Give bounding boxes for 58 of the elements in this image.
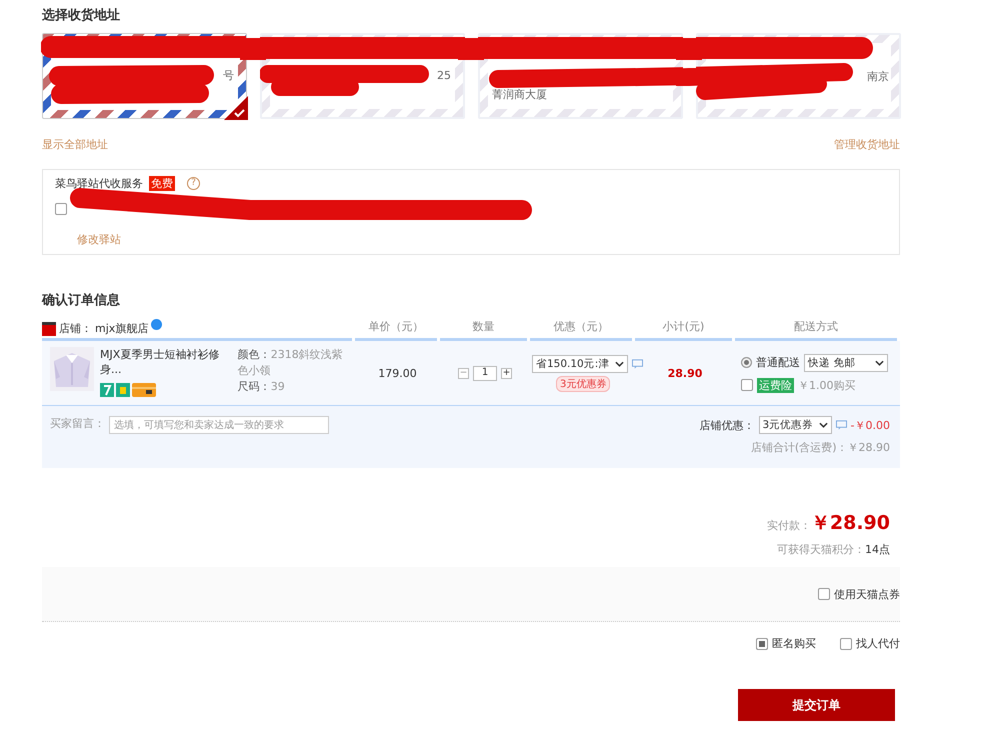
checkbox[interactable] xyxy=(840,638,852,650)
option-label[interactable]: 找人代付 xyxy=(856,636,900,651)
option-label[interactable]: 匿名购买 xyxy=(772,636,816,651)
message-icon[interactable] xyxy=(836,420,847,430)
free-badge: 免费 xyxy=(149,176,175,190)
check-corner-icon xyxy=(224,96,248,120)
card-icon xyxy=(132,383,156,397)
checkbox[interactable] xyxy=(55,203,67,215)
delivery-select[interactable]: 快递 免邮 xyxy=(804,354,888,372)
store-icon xyxy=(42,322,56,336)
pay-amount: ￥28.90 xyxy=(810,511,890,536)
section-title: 确认订单信息 xyxy=(42,292,121,310)
chevron-icon xyxy=(875,360,884,366)
product-name[interactable]: MJX夏季男士短袖衬衫修身... xyxy=(100,347,232,377)
delivery-option: 普通配送 xyxy=(756,355,800,370)
chat-icon[interactable] xyxy=(151,319,162,330)
seven-day-icon xyxy=(100,383,114,397)
address-text: 菁润商大厦 xyxy=(492,87,547,102)
chevron-icon xyxy=(818,422,828,428)
address-card[interactable]: 号 xyxy=(42,33,247,119)
submit-button[interactable]: 提交订单 xyxy=(738,689,895,721)
discount-select[interactable]: 省150.10元:津 xyxy=(532,354,628,372)
shop-label: 店铺： xyxy=(59,321,92,336)
coupon-tag: 3元优惠券 xyxy=(556,376,610,392)
checkbox[interactable] xyxy=(818,588,830,600)
points-value: 14点 xyxy=(865,542,890,557)
shop-discount-label: 店铺优惠： xyxy=(700,418,754,432)
address-card[interactable]: 25 xyxy=(260,33,465,119)
insurance-tag: 运费险 xyxy=(757,378,794,392)
discount-amount: -￥0.00 xyxy=(850,418,890,432)
chevron-icon xyxy=(614,360,624,366)
unit-price: 179.00 xyxy=(378,366,417,380)
shop-total: 店铺合计(含运费)：￥28.90 xyxy=(750,440,890,455)
bag-icon xyxy=(116,383,130,397)
message-field[interactable]: 选填，可填写您和卖家达成一致的要求 xyxy=(109,416,329,434)
message-icon[interactable] xyxy=(632,358,643,368)
address-text: 南京 xyxy=(867,69,889,84)
service-title: 菜鸟驿站代收服务 xyxy=(55,176,143,190)
points-label: 可获得天猫积分： xyxy=(777,542,865,557)
address-text: 25 xyxy=(437,69,451,82)
attribute-text: 颜色：2318斜纹浅紫色小领 xyxy=(238,347,344,379)
address-card[interactable]: 南京 xyxy=(696,33,901,119)
shop-name[interactable]: mjx旗舰店 xyxy=(95,321,148,336)
message-label: 买家留言： xyxy=(50,416,105,431)
option-label[interactable]: 使用天猫点券 xyxy=(834,586,900,602)
quantity-field[interactable]: 1 xyxy=(473,366,497,380)
subtotal: 28.90 xyxy=(668,366,702,380)
attribute-text: 尺码：39 xyxy=(238,379,286,395)
section-title: 选择收货地址 xyxy=(42,7,121,25)
pay-label: 实付款： xyxy=(766,518,811,533)
checkbox[interactable] xyxy=(756,638,768,650)
plus-button[interactable]: + xyxy=(501,368,512,378)
insurance-price: ￥1.00购买 xyxy=(798,378,856,392)
radio-button[interactable] xyxy=(741,357,752,368)
shop-discount-select[interactable]: 3元优惠券 xyxy=(758,416,832,434)
address-card[interactable]: 菁润商大厦 xyxy=(478,33,683,119)
checkbox[interactable] xyxy=(741,379,753,391)
address-text: 号 xyxy=(223,68,234,83)
